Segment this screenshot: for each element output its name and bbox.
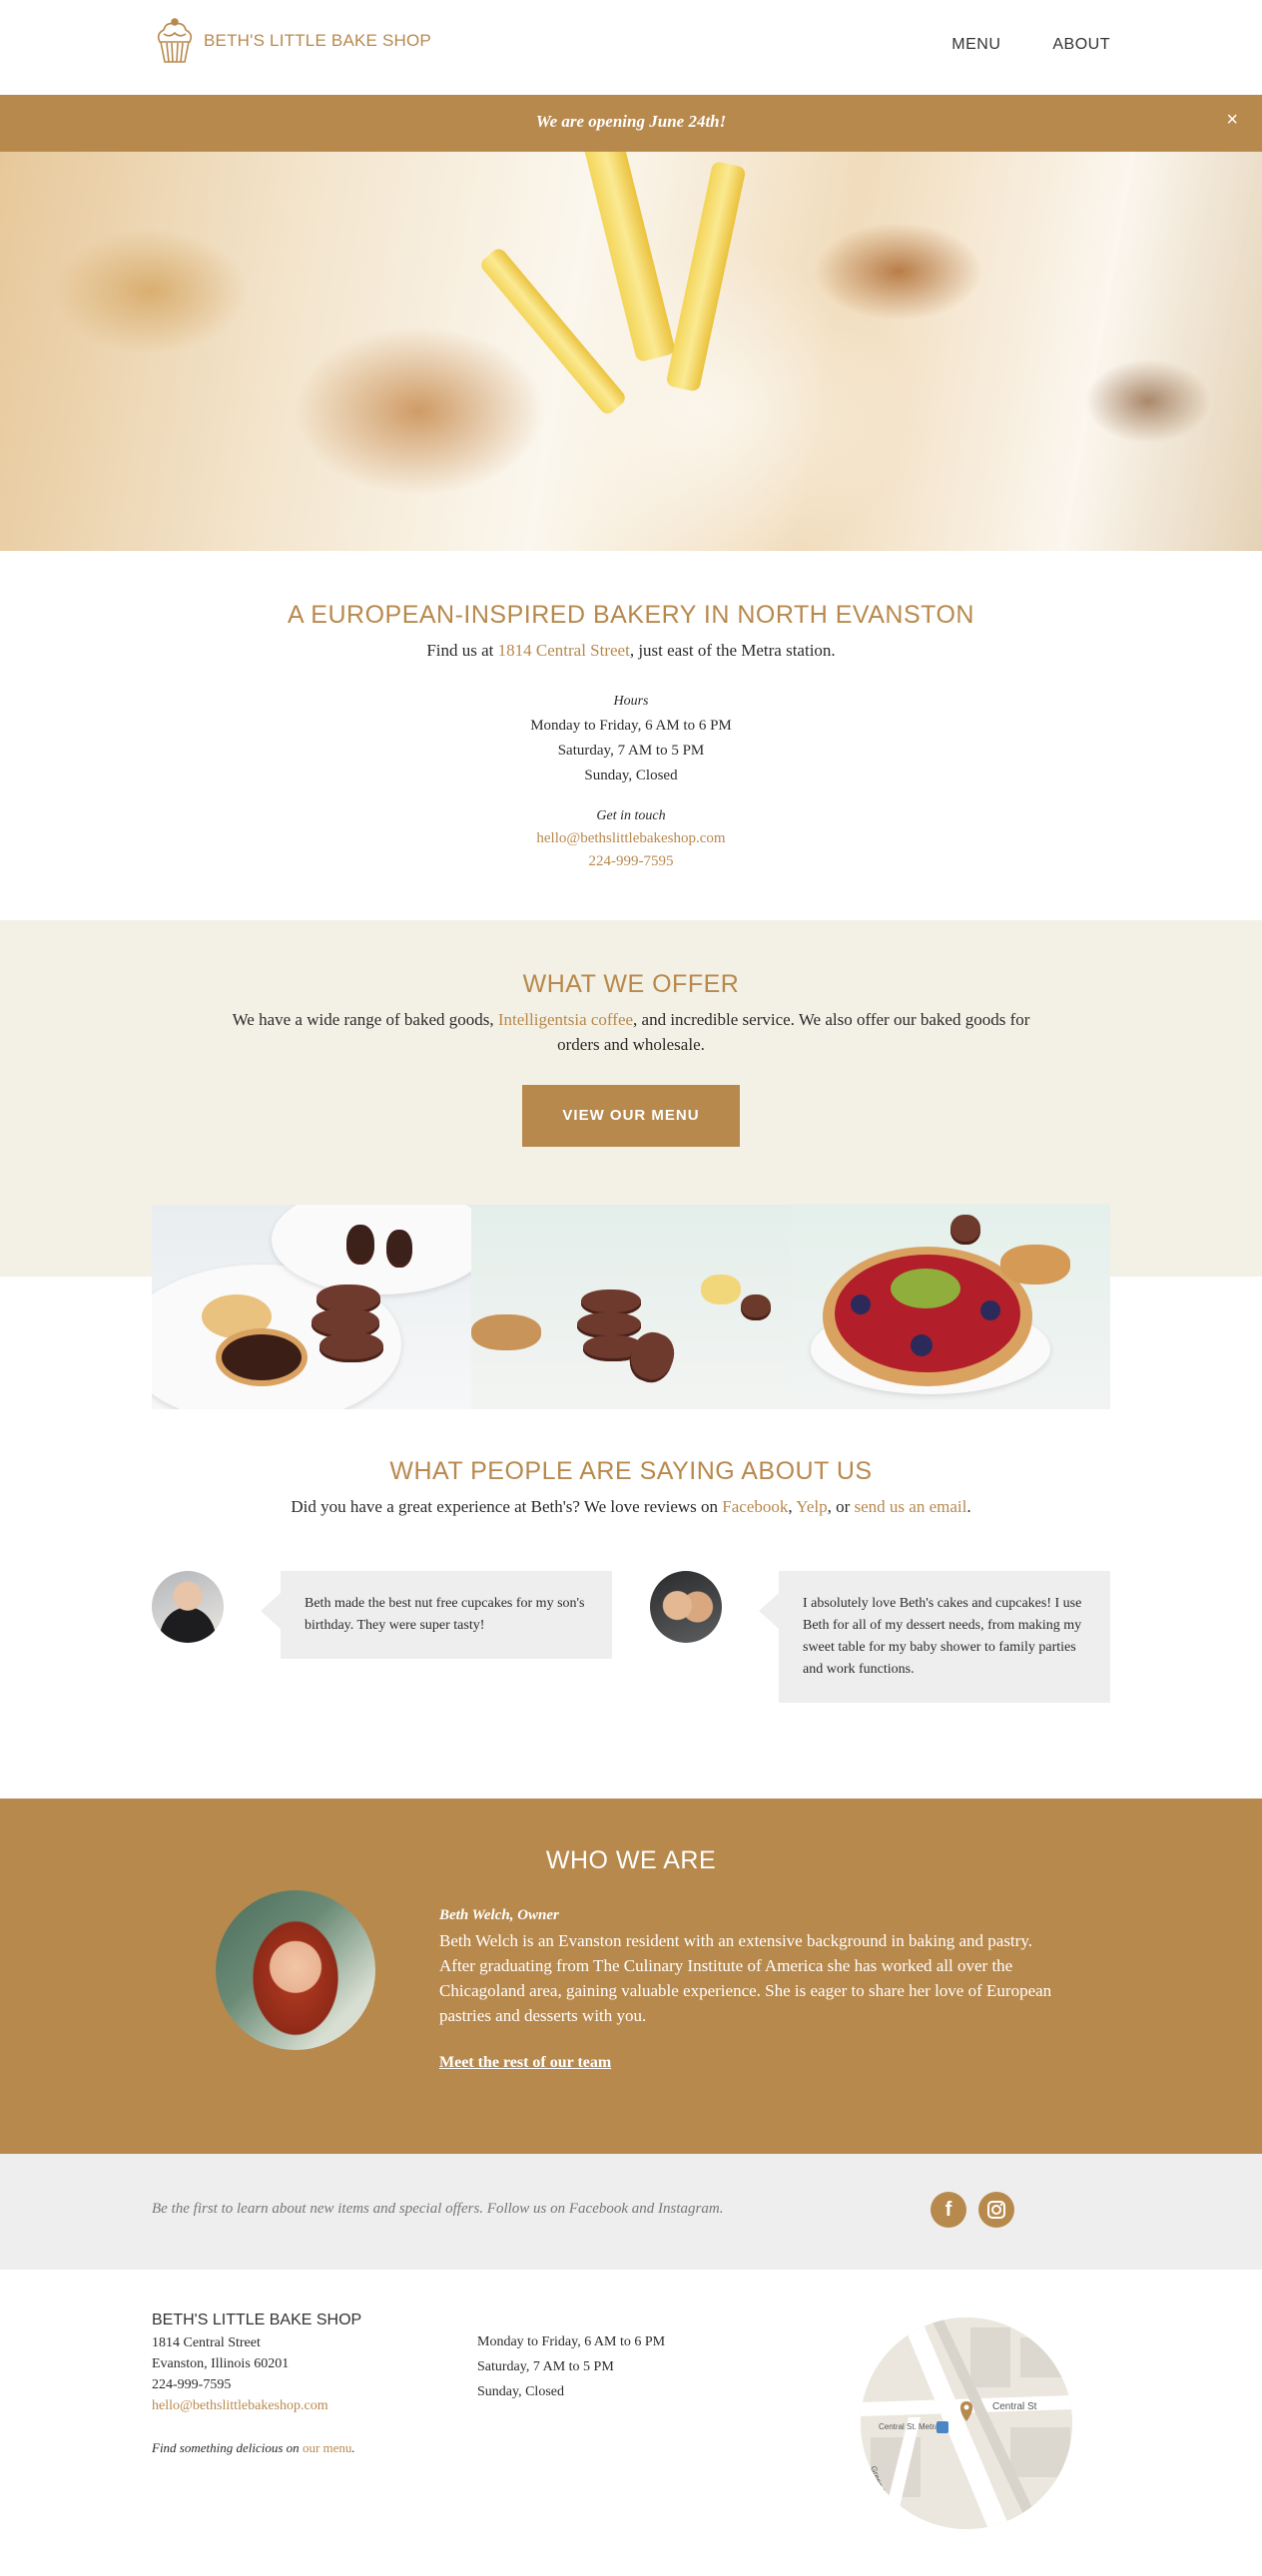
- owner-name: Beth Welch, Owner: [439, 1907, 559, 1923]
- hours-weekday: Monday to Friday, 6 AM to 6 PM: [530, 718, 732, 734]
- facebook-review-link[interactable]: Facebook: [722, 1497, 788, 1516]
- footer-phone: 224-999-7595: [152, 2377, 232, 2392]
- logo[interactable]: BETH'S LITTLE BAKE SHOP: [152, 16, 431, 66]
- reviews-lead: Did you have a great experience at Beth'…: [0, 1497, 1262, 1517]
- offer-text: We have a wide range of baked goods, Int…: [222, 1007, 1040, 1057]
- hours-block: Hours Monday to Friday, 6 AM to 6 PM Sat…: [0, 689, 1262, 788]
- owner-bio-block: Beth Welch, Owner Beth Welch is an Evans…: [439, 1903, 1058, 2075]
- offer-text-prefix: We have a wide range of baked goods,: [232, 1010, 498, 1029]
- footer-hours: Monday to Friday, 6 AM to 6 PM Saturday,…: [477, 2329, 665, 2404]
- reviewer-avatar: [650, 1571, 722, 1643]
- cupcake-logo-icon: [157, 18, 193, 63]
- announcement-banner: We are opening June 24th! ×: [0, 95, 1262, 152]
- owner-photo: [216, 1890, 375, 2050]
- footer-title: BETH'S LITTLE BAKE SHOP: [152, 2312, 362, 2328]
- site-header: BETH'S LITTLE BAKE SHOP MENU ABOUT: [0, 0, 1262, 95]
- footer-contact: BETH'S LITTLE BAKE SHOP 1814 Central Str…: [152, 2310, 361, 2458]
- footer-hours-sunday: Sunday, Closed: [477, 2384, 564, 2399]
- footer-hours-weekday: Monday to Friday, 6 AM to 6 PM: [477, 2334, 666, 2349]
- footer-menu-link[interactable]: our menu: [303, 2440, 351, 2455]
- view-menu-button[interactable]: VIEW OUR MENU: [522, 1085, 740, 1147]
- reviews-lead-prefix: Did you have a great experience at Beth'…: [291, 1497, 723, 1516]
- map-label-street1: Central St: [992, 2401, 1037, 2412]
- review-text: I absolutely love Beth's cakes and cupca…: [803, 1596, 1082, 1677]
- site-footer: BETH'S LITTLE BAKE SHOP 1814 Central Str…: [0, 2270, 1262, 2576]
- who-title: WHO WE ARE: [545, 1846, 717, 1874]
- reviews-section: WHAT PEOPLE ARE SAYING ABOUT US Did you …: [0, 1409, 1262, 1799]
- instagram-glyph: [987, 2201, 1005, 2219]
- location-suffix: , just east of the Metra station.: [629, 641, 836, 660]
- location-prefix: Find us at: [426, 641, 498, 660]
- hours-label: Hours: [613, 694, 649, 709]
- close-icon[interactable]: ×: [1226, 109, 1238, 132]
- footer-hours-saturday: Saturday, 7 AM to 5 PM: [477, 2359, 614, 2374]
- candied-lemon-decoration: [477, 246, 629, 417]
- separator: , or: [827, 1497, 855, 1516]
- review-bubble: I absolutely love Beth's cakes and cupca…: [759, 1571, 1110, 1703]
- reviewer-avatar: [152, 1571, 224, 1643]
- team-link[interactable]: Meet the rest of our team: [439, 2050, 611, 2075]
- contact-block: Get in touch hello@bethslittlebakeshop.c…: [0, 804, 1262, 873]
- email-review-link[interactable]: send us an email: [855, 1497, 967, 1516]
- product-photos: [152, 1205, 1110, 1409]
- intro-section: A EUROPEAN-INSPIRED BAKERY IN NORTH EVAN…: [0, 551, 1262, 920]
- instagram-icon[interactable]: [978, 2192, 1014, 2228]
- review-bubble: Beth made the best nut free cupcakes for…: [261, 1571, 612, 1659]
- logo-text: BETH'S LITTLE BAKE SHOP: [204, 31, 431, 50]
- nav-menu-link[interactable]: MENU: [951, 36, 1000, 54]
- contact-label: Get in touch: [596, 808, 666, 823]
- coffee-link[interactable]: Intelligentsia coffee: [498, 1010, 633, 1029]
- facebook-icon[interactable]: f: [931, 2192, 966, 2228]
- candied-lemon-decoration: [581, 152, 677, 363]
- banner-text: We are opening June 24th!: [535, 112, 727, 131]
- phone-link[interactable]: 224-999-7595: [589, 853, 674, 869]
- review-text: Beth made the best nut free cupcakes for…: [305, 1596, 585, 1633]
- location-line: Find us at 1814 Central Street, just eas…: [0, 641, 1262, 661]
- footer-address1: 1814 Central Street: [152, 2335, 261, 2350]
- hero-image: [0, 152, 1262, 551]
- who-section: WHO WE ARE Beth Welch, Owner Beth Welch …: [0, 1799, 1262, 2154]
- photo-macaron-stack: [471, 1205, 791, 1409]
- candied-lemon-decoration: [665, 160, 747, 393]
- social-section: Be the first to learn about new items an…: [0, 2154, 1262, 2270]
- reviews-title: WHAT PEOPLE ARE SAYING ABOUT US: [389, 1457, 873, 1485]
- footer-email-link[interactable]: hello@bethslittlebakeshop.com: [152, 2398, 328, 2413]
- address-link[interactable]: 1814 Central Street: [498, 641, 630, 660]
- map-label-station: Central St. Metra: [879, 2422, 940, 2431]
- offer-title: WHAT WE OFFER: [522, 970, 740, 998]
- separator: .: [966, 1497, 971, 1516]
- nav-about-link[interactable]: ABOUT: [1052, 36, 1110, 54]
- footer-find: Find something delicious on our menu.: [152, 2437, 361, 2458]
- social-text: Be the first to learn about new items an…: [152, 2201, 724, 2217]
- main-nav: MENU ABOUT: [951, 36, 1110, 54]
- photo-fruit-tart: [791, 1205, 1110, 1409]
- hours-sunday: Sunday, Closed: [584, 768, 678, 783]
- intro-title: A EUROPEAN-INSPIRED BAKERY IN NORTH EVAN…: [288, 601, 974, 629]
- footer-find-prefix: Find something delicious on: [152, 2440, 303, 2455]
- photo-tarts-macarons: [152, 1205, 471, 1409]
- hours-saturday: Saturday, 7 AM to 5 PM: [557, 743, 705, 759]
- location-map[interactable]: Central St Central St. Metra Green Bay R…: [861, 2318, 1072, 2529]
- yelp-review-link[interactable]: Yelp: [796, 1497, 827, 1516]
- map-graphic: Central St Central St. Metra Green Bay R…: [861, 2318, 1072, 2529]
- footer-address2: Evanston, Illinois 60201: [152, 2356, 290, 2371]
- owner-bio: Beth Welch is an Evanston resident with …: [439, 1931, 1052, 2025]
- footer-find-suffix: .: [351, 2440, 355, 2455]
- email-link[interactable]: hello@bethslittlebakeshop.com: [536, 830, 725, 846]
